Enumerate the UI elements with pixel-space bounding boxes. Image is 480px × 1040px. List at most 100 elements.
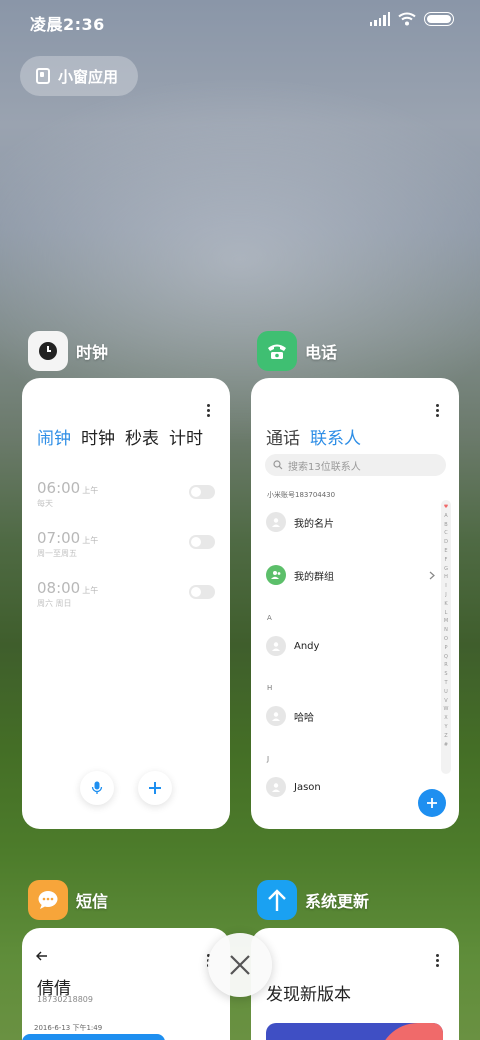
update-banner [266, 1023, 443, 1040]
search-placeholder: 搜索13位联系人 [288, 461, 361, 473]
clock-app-header[interactable]: 时钟 [28, 331, 108, 371]
index-letter[interactable]: L [445, 609, 448, 618]
update-card[interactable]: 发现新版本 [251, 928, 459, 1040]
index-letter[interactable]: A [444, 512, 447, 521]
message-bubble[interactable] [22, 1034, 165, 1040]
index-letter[interactable]: # [444, 741, 448, 750]
index-letter[interactable]: W [444, 705, 449, 714]
tab-contacts[interactable]: 联系人 [310, 424, 361, 449]
section-header: A [267, 614, 272, 622]
signal-icon [369, 12, 390, 26]
index-letter[interactable]: Y [444, 723, 447, 732]
contact-name: Jason [294, 781, 321, 793]
float-window-label: 小窗应用 [58, 67, 119, 86]
index-letter[interactable]: ♥ [444, 503, 448, 512]
float-window-icon [36, 68, 50, 84]
add-alarm-button[interactable] [138, 771, 172, 805]
index-letter[interactable]: I [445, 582, 446, 591]
index-letter[interactable]: X [444, 714, 447, 723]
clock-app-name: 时钟 [76, 343, 109, 362]
float-window-button[interactable]: 小窗应用 [20, 56, 138, 96]
alarm-repeat: 每天 [37, 499, 53, 508]
index-letter[interactable]: U [444, 688, 448, 697]
contact-item[interactable]: 哈哈 [266, 706, 314, 726]
alarm-ampm: 上午 [82, 586, 99, 595]
tab-stopwatch[interactable]: 秒表 [125, 424, 159, 449]
chevron-right-icon [429, 571, 435, 580]
tab-alarm[interactable]: 闹钟 [37, 424, 71, 449]
alarm-toggle[interactable] [189, 485, 215, 499]
alarm-item[interactable]: 08:00 上午 周六 周日 [37, 578, 215, 618]
contact-search-input[interactable]: 搜索13位联系人 [265, 454, 446, 476]
tab-timer[interactable]: 计时 [169, 424, 203, 449]
alarm-repeat: 周一至周五 [37, 549, 77, 558]
index-letter[interactable]: G [444, 565, 448, 574]
battery-icon [424, 12, 454, 26]
index-letter[interactable]: D [444, 538, 448, 547]
index-letter[interactable]: O [444, 635, 448, 644]
section-header: H [267, 684, 273, 692]
index-letter[interactable]: K [444, 600, 447, 609]
tab-calls[interactable]: 通话 [266, 424, 300, 449]
contact-name: Andy [294, 640, 320, 652]
more-icon[interactable] [435, 954, 439, 967]
contact-item[interactable]: Jason [266, 777, 321, 797]
tab-clock[interactable]: 时钟 [81, 424, 115, 449]
sms-timestamp: 2016-6-13 下午1:49 [34, 1024, 103, 1032]
alarm-toggle[interactable] [189, 535, 215, 549]
index-letter[interactable]: J [445, 591, 446, 600]
index-letter[interactable]: T [444, 679, 447, 688]
sms-icon [28, 880, 68, 920]
avatar [266, 706, 286, 726]
mic-icon [91, 781, 103, 794]
sms-app-header[interactable]: 短信 [28, 880, 108, 920]
add-contact-button[interactable] [418, 789, 446, 817]
update-title: 发现新版本 [266, 985, 351, 1005]
status-bar: 凌晨2:36 [0, 0, 480, 40]
voice-button[interactable] [80, 771, 114, 805]
alarm-item[interactable]: 06:00 上午 每天 [37, 478, 215, 518]
search-icon [273, 460, 283, 470]
wifi-icon [398, 12, 416, 26]
update-app-header[interactable]: 系统更新 [257, 880, 369, 920]
plus-icon [149, 782, 161, 794]
alarm-toggle[interactable] [189, 585, 215, 599]
index-letter[interactable]: V [444, 697, 447, 706]
index-letter[interactable]: N [444, 626, 448, 635]
clear-all-button[interactable] [208, 933, 272, 997]
index-letter[interactable]: H [444, 573, 448, 582]
my-card-item[interactable]: 我的名片 [266, 512, 334, 532]
back-arrow-icon[interactable] [36, 951, 48, 961]
index-letter[interactable]: P [444, 644, 447, 653]
phone-icon [257, 331, 297, 371]
index-letter[interactable]: B [444, 521, 447, 530]
sms-card[interactable]: 倩倩 18730218809 2016-6-13 下午1:49 [22, 928, 230, 1040]
phone-tabs: 通话 联系人 [266, 424, 361, 449]
sms-app-name: 短信 [76, 892, 109, 911]
more-icon[interactable] [206, 404, 210, 417]
contact-name: 哈哈 [294, 712, 314, 724]
update-arrow-icon [257, 880, 297, 920]
contact-item[interactable]: Andy [266, 636, 319, 656]
index-letter[interactable]: R [444, 661, 447, 670]
avatar [266, 512, 286, 532]
alarm-item[interactable]: 07:00 上午 周一至周五 [37, 528, 215, 568]
index-letter[interactable]: Z [444, 732, 447, 741]
clock-card[interactable]: 闹钟 时钟 秒表 计时 06:00 上午 每天 07:00 上午 周一至周五 08:… [22, 378, 230, 829]
index-letter[interactable]: F [445, 556, 448, 565]
alarm-time: 06:00 [37, 479, 81, 497]
index-letter[interactable]: C [444, 529, 448, 538]
phone-app-header[interactable]: 电话 [257, 331, 337, 371]
alarm-ampm: 上午 [82, 536, 99, 545]
index-letter[interactable]: Q [444, 653, 448, 662]
more-icon[interactable] [435, 404, 439, 417]
contact-name: 我的群组 [294, 571, 334, 583]
my-group-item[interactable]: 我的群组 [266, 565, 435, 585]
phone-card[interactable]: 通话 联系人 搜索13位联系人 小米账号183704430 我的名片 我的群组 … [251, 378, 459, 829]
index-letter[interactable]: S [444, 670, 447, 679]
alphabet-index-bar[interactable]: ♥ A B C D E F G H I J K L M N O P Q R S T U V W X Y Z # [441, 500, 451, 774]
index-letter[interactable]: M [444, 617, 448, 626]
alarm-time: 08:00 [37, 579, 81, 597]
index-letter[interactable]: E [444, 547, 447, 556]
status-icons [369, 12, 454, 26]
